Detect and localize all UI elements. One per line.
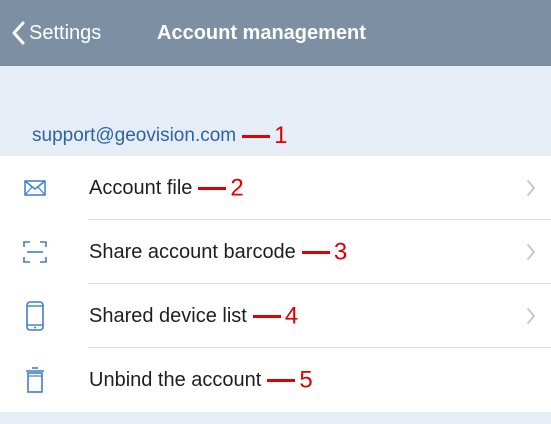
annotation-line [267, 379, 296, 383]
annotation-number: 2 [230, 174, 244, 202]
annotation-line [252, 315, 281, 319]
annotation-line [198, 187, 227, 191]
row-label: Account file 2 [89, 174, 244, 202]
back-button[interactable]: Settings [11, 19, 101, 47]
bottom-section-band [0, 412, 551, 424]
trash-icon [22, 364, 48, 396]
phone-icon [22, 300, 48, 332]
unbind-account-row[interactable]: Unbind the account 5 [0, 348, 551, 412]
account-email: support@geovision.com [32, 125, 237, 147]
account-options-list: Account file 2 Share account barcode 3 S… [0, 156, 551, 412]
chevron-right-icon [526, 307, 536, 325]
row-label: Share account barcode 3 [89, 238, 348, 266]
chevron-right-icon [526, 243, 536, 261]
back-button-label: Settings [29, 21, 102, 44]
page-title: Account management [157, 22, 366, 44]
barcode-scan-icon [22, 236, 48, 268]
share-account-barcode-row[interactable]: Share account barcode 3 [0, 220, 551, 284]
chevron-left-icon [11, 21, 25, 45]
row-label: Shared device list 4 [89, 302, 299, 330]
annotation-number: 4 [284, 302, 299, 330]
account-email-header: support@geovision.com 1 [32, 122, 287, 150]
nav-bar: Settings Account management [0, 0, 551, 66]
annotation-line [242, 134, 271, 138]
annotation-number: 1 [274, 122, 288, 149]
annotation-line [301, 251, 330, 255]
annotation-number: 3 [333, 238, 348, 266]
row-label: Unbind the account 5 [89, 366, 313, 394]
chevron-right-icon [526, 179, 536, 197]
shared-device-list-row[interactable]: Shared device list 4 [0, 284, 551, 348]
envelope-icon [22, 172, 48, 204]
annotation-number: 5 [299, 366, 313, 394]
account-file-row[interactable]: Account file 2 [0, 156, 551, 220]
